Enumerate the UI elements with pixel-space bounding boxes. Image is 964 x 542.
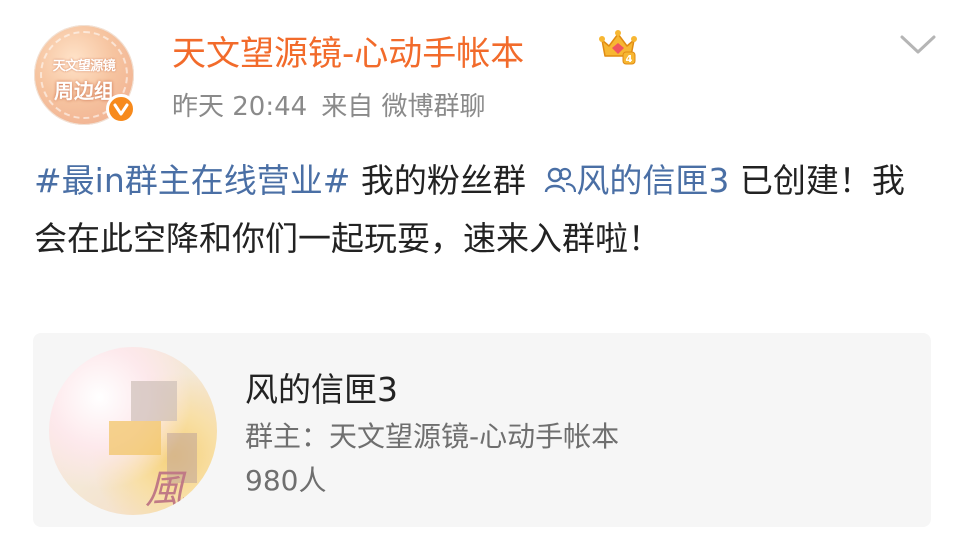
chevron-down-icon[interactable]: [898, 32, 938, 58]
group-title: 风的信匣3: [245, 370, 398, 409]
group-owner: 群主：天文望源镜-心动手帐本: [245, 420, 620, 453]
post-text-before: 我的粉丝群: [350, 161, 537, 200]
hashtag-link[interactable]: #最in群主在线营业#: [34, 161, 350, 200]
author-name[interactable]: 天文望源镜-心动手帐本: [172, 26, 524, 75]
cover-glyph: 風: [145, 467, 185, 513]
avatar-text-top: 天文望源镜: [52, 59, 116, 74]
group-member-count: 980人: [245, 464, 327, 497]
group-chat-icon: [545, 167, 577, 193]
group-cover-image: 風: [49, 347, 217, 515]
post-source: 来自 微博群聊: [321, 92, 486, 122]
svg-text:4: 4: [626, 54, 633, 65]
group-link-label: 风的信匣3: [576, 161, 730, 200]
group-link[interactable]: 风的信匣3: [536, 161, 729, 200]
group-card[interactable]: 風 风的信匣3 群主：天文望源镜-心动手帐本 980人: [33, 333, 931, 527]
post-body: #最in群主在线营业# 我的粉丝群 风的信匣3 已创建！我会在此空降和你们一起玩…: [34, 152, 924, 268]
post-time: 昨天 20:44: [172, 92, 308, 122]
post-meta: 昨天 20:44 来自 微博群聊: [172, 86, 499, 123]
crown-badge-icon[interactable]: 4: [597, 26, 639, 68]
verified-icon: [106, 94, 136, 124]
